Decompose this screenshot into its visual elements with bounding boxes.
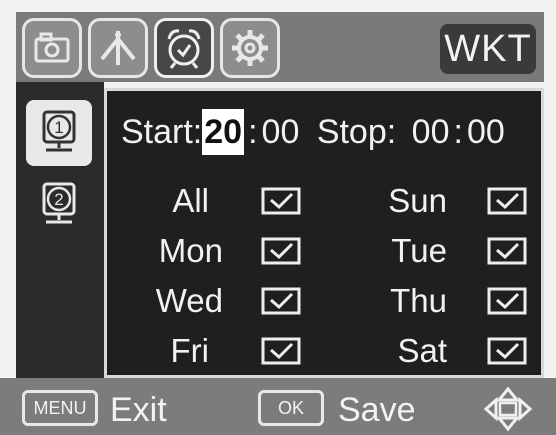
gear-icon — [232, 30, 268, 66]
tab-network[interactable] — [88, 18, 148, 78]
device-screen: WKT 1 2 Start:20:00 Stop: 00: 00 All Su… — [0, 0, 556, 435]
day-row-sun[interactable]: Sun — [373, 179, 447, 223]
day-label: Sat — [397, 332, 447, 369]
save-label: Save — [338, 391, 416, 429]
day-label: Tue — [391, 232, 447, 269]
checkbox-checked-icon — [487, 287, 527, 315]
stop-separator: : — [453, 113, 463, 151]
day-label: Thu — [390, 282, 447, 319]
timer-1-icon: 1 — [42, 110, 76, 152]
day-checkbox-all[interactable] — [261, 187, 301, 215]
day-row-tue[interactable]: Tue — [373, 229, 447, 273]
menu-key-button[interactable]: MENU — [22, 390, 98, 426]
time-range-row: Start:20:00 Stop: 00:00 — [121, 109, 505, 155]
day-checkbox-wed[interactable] — [261, 287, 301, 315]
bottom-hint-bar: MENU Exit OK Save — [0, 378, 556, 435]
day-label: Fri — [170, 332, 209, 369]
start-separator: : — [248, 113, 258, 151]
day-row-wed[interactable]: Wed — [137, 279, 223, 323]
timer-2-icon: 2 — [42, 182, 76, 224]
day-checkbox-mon[interactable] — [261, 237, 301, 265]
sidebar-item-timer-2[interactable]: 2 — [26, 172, 92, 238]
day-row-all[interactable]: All — [137, 179, 209, 223]
ok-key-button[interactable]: OK — [258, 390, 324, 426]
day-label: Sun — [388, 182, 447, 219]
start-hour-field[interactable]: 20 — [202, 109, 245, 155]
day-row-fri[interactable]: Fri — [137, 329, 209, 373]
day-checkbox-sun[interactable] — [487, 187, 527, 215]
checkbox-checked-icon — [261, 237, 301, 265]
schedule-panel: Start:20:00 Stop: 00:00 All Sun Mon Tue — [104, 88, 544, 378]
day-row-mon[interactable]: Mon — [137, 229, 223, 273]
day-checkbox-tue[interactable] — [487, 237, 527, 265]
stop-hour-field[interactable]: 00 — [412, 109, 450, 155]
tab-camera[interactable] — [22, 18, 82, 78]
stop-minute-field[interactable]: 00 — [467, 109, 505, 155]
day-label: Mon — [158, 232, 223, 269]
day-label: All — [172, 182, 209, 219]
timer-1-number: 1 — [54, 118, 63, 137]
sidebar: 1 2 — [16, 82, 104, 378]
alarm-clock-icon — [167, 29, 201, 69]
checkbox-checked-icon — [261, 187, 301, 215]
checkbox-checked-icon — [487, 237, 527, 265]
sidebar-item-timer-1[interactable]: 1 — [26, 100, 92, 166]
exit-label: Exit — [110, 391, 167, 429]
tab-timer[interactable] — [154, 18, 214, 78]
checkbox-checked-icon — [487, 187, 527, 215]
start-label: Start: — [121, 113, 203, 151]
timer-2-number: 2 — [54, 190, 63, 209]
day-label: Wed — [155, 282, 223, 319]
mode-badge: WKT — [440, 24, 536, 74]
day-checkbox-fri[interactable] — [261, 337, 301, 365]
day-row-thu[interactable]: Thu — [373, 279, 447, 323]
day-row-sat[interactable]: Sat — [373, 329, 447, 373]
top-tab-bar: WKT — [16, 12, 544, 82]
network-icon — [100, 31, 136, 65]
dpad-icon[interactable] — [480, 386, 536, 432]
checkbox-checked-icon — [261, 287, 301, 315]
start-minute-field[interactable]: 00 — [262, 109, 300, 155]
day-checkbox-sat[interactable] — [487, 337, 527, 365]
camera-icon — [34, 32, 70, 63]
stop-label: Stop: — [316, 113, 397, 151]
day-checkbox-thu[interactable] — [487, 287, 527, 315]
checkbox-checked-icon — [487, 337, 527, 365]
tab-settings[interactable] — [220, 18, 280, 78]
checkbox-checked-icon — [261, 337, 301, 365]
